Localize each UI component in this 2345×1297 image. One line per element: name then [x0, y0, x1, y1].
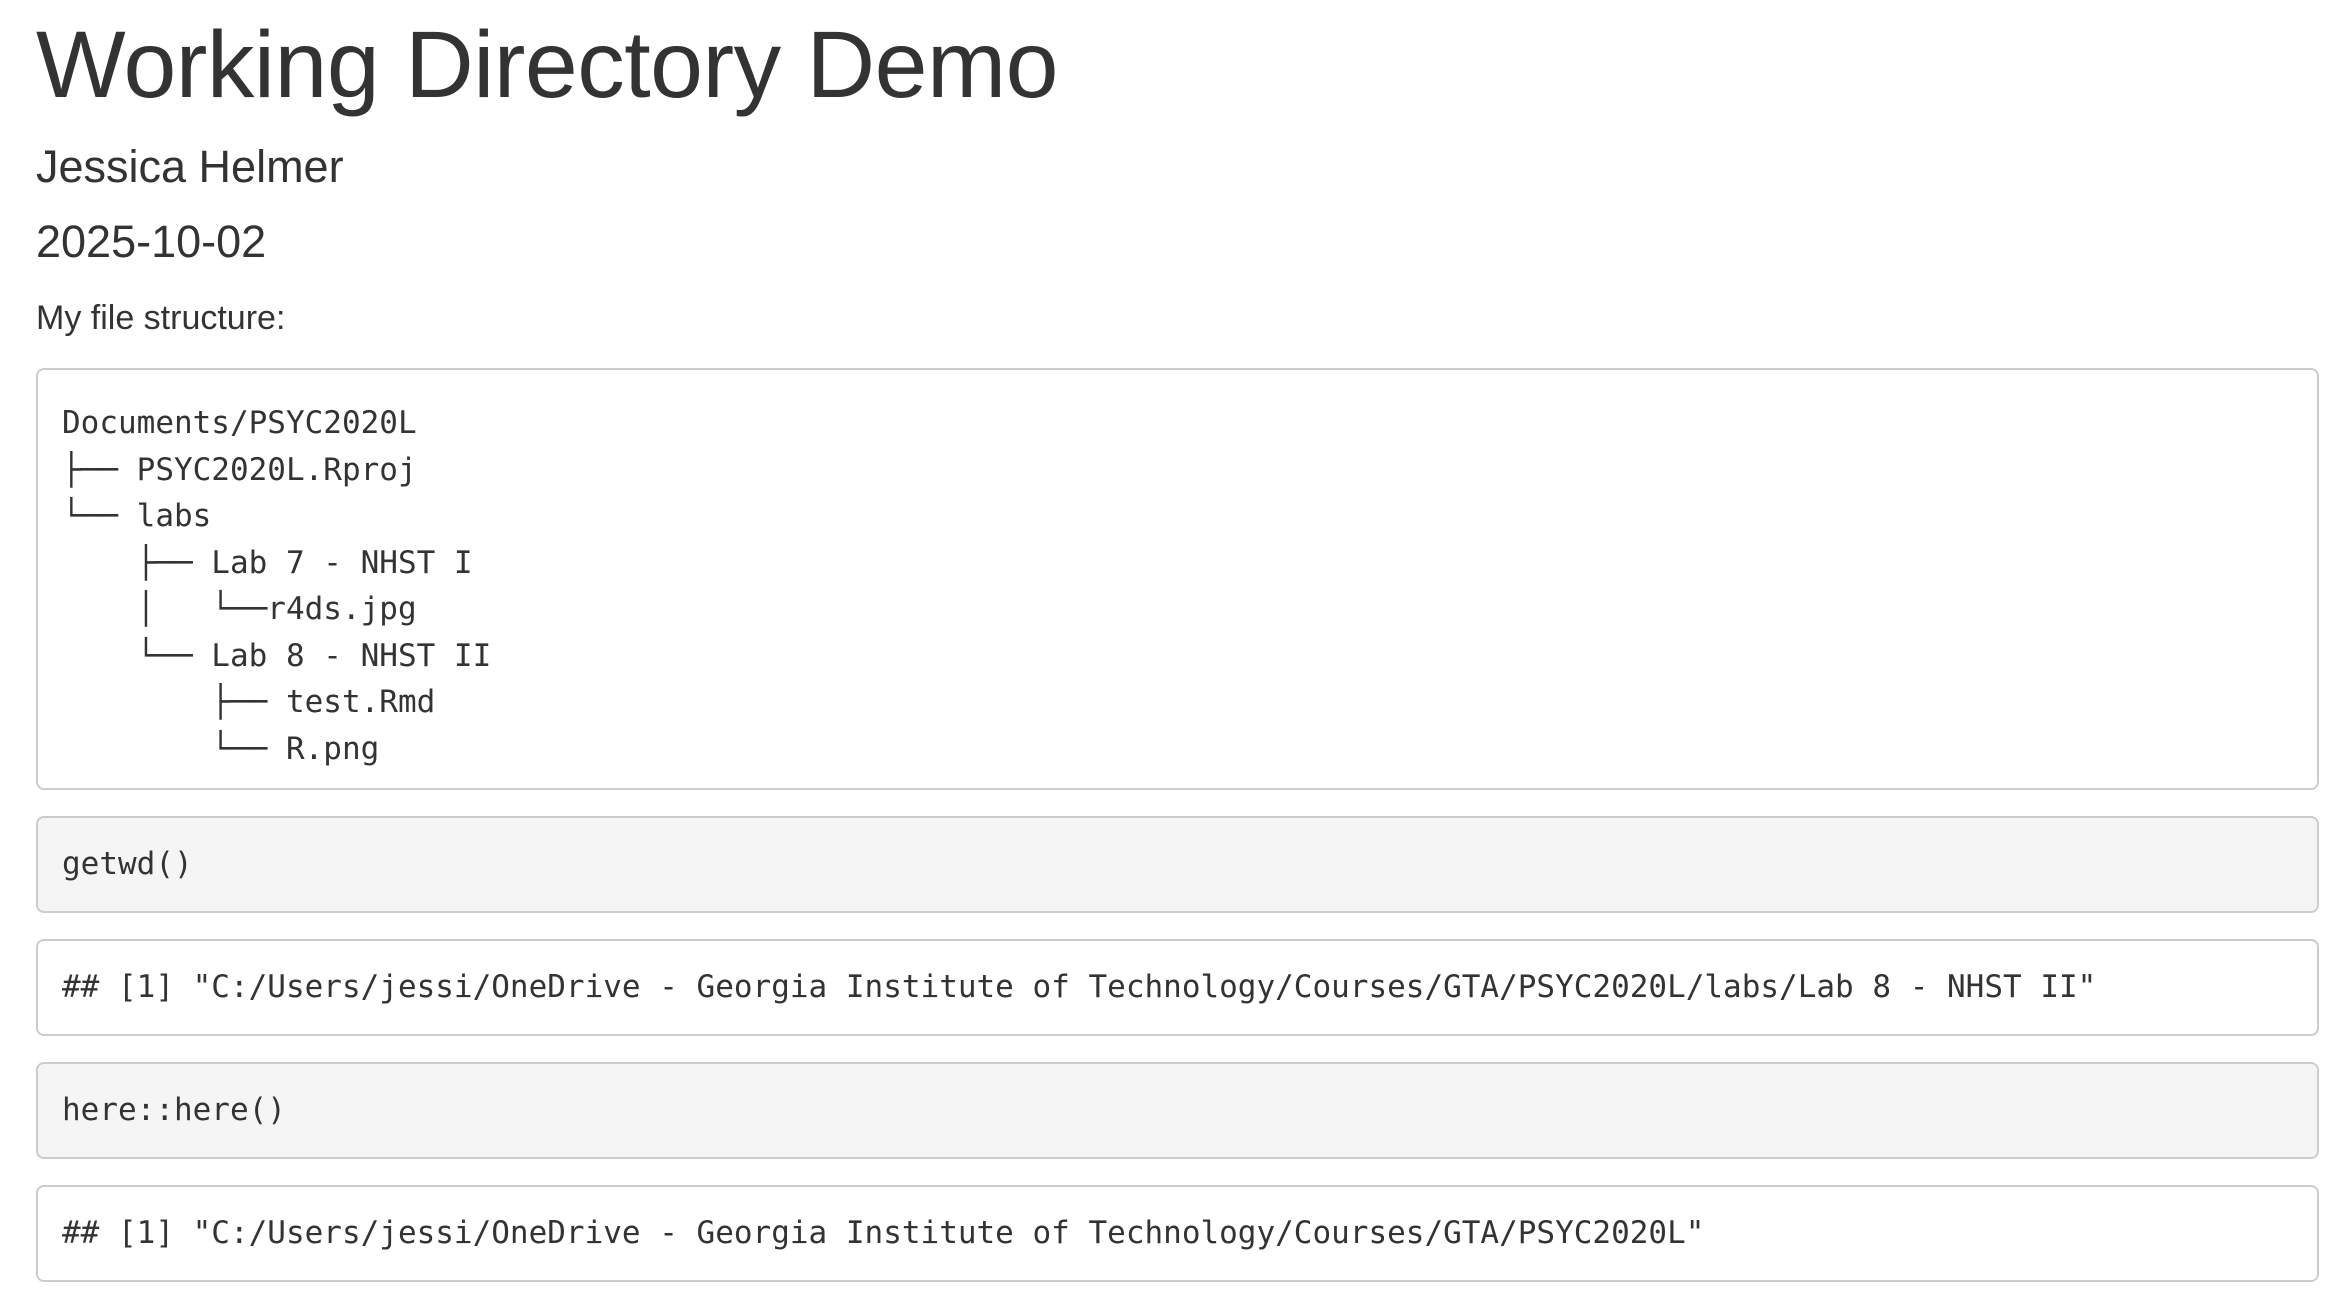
file-tree-line: │ └──r4ds.jpg [62, 591, 417, 627]
intro-text: My file structure: [36, 299, 286, 337]
file-tree-line: └── R.png [62, 730, 380, 767]
file-tree-line: ├── PSYC2020L.Rproj [62, 451, 417, 488]
file-tree-line: └── labs [62, 498, 212, 534]
file-tree-line: ├── Lab 7 - NHST I [62, 544, 473, 581]
file-tree-block: Documents/PSYC2020L ├── PSYC2020L.Rproj … [36, 368, 2319, 790]
code-output-getwd: ## [1] "C:/Users/jessi/OneDrive - Georgi… [36, 939, 2319, 1036]
file-tree-line: ├── test.Rmd [62, 684, 436, 720]
document-date: 2025-10-02 [36, 216, 267, 267]
page-title: Working Directory Demo [36, 12, 1058, 118]
code-output-here: ## [1] "C:/Users/jessi/OneDrive - Georgi… [36, 1185, 2319, 1282]
code-chunk-here: here::here() [36, 1062, 2319, 1159]
file-tree-line: Documents/PSYC2020L [62, 405, 417, 441]
file-tree-line: └── Lab 8 - NHST II [62, 637, 492, 674]
code-chunk-getwd: getwd() [36, 816, 2319, 913]
author-name: Jessica Helmer [36, 141, 344, 192]
